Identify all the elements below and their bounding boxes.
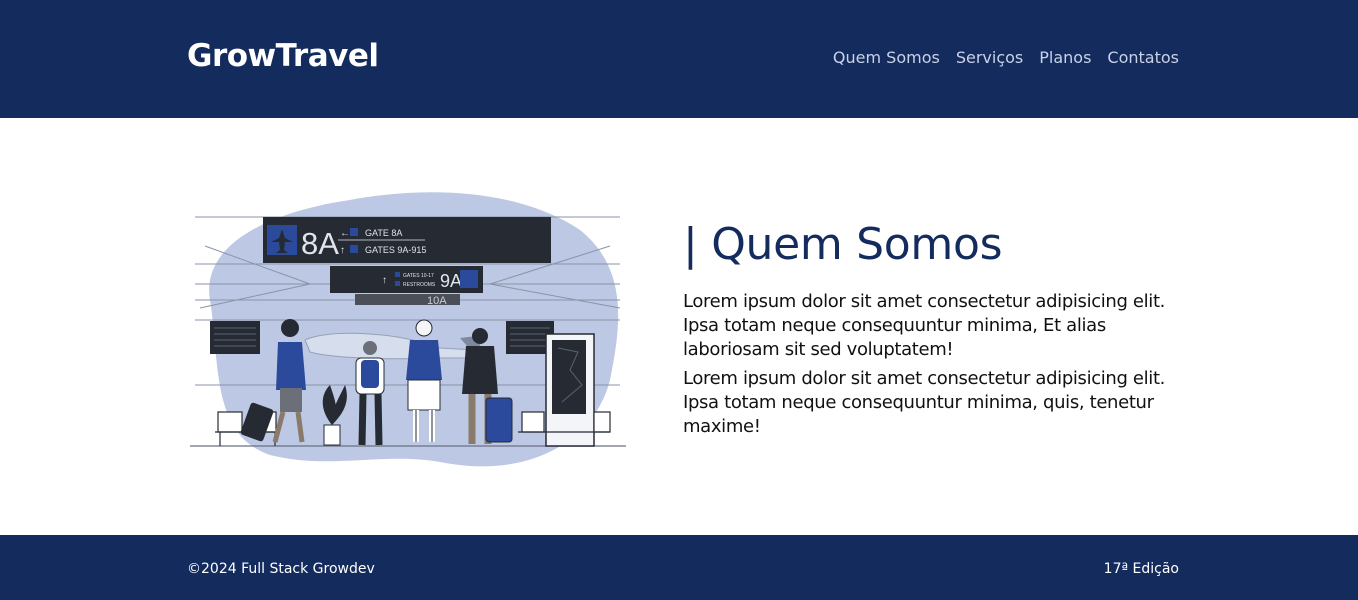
airport-illustration: 8A ← GATE 8A ↑ GATES 9A-915 ↑ GATES 10-1… (190, 180, 630, 472)
footer-copyright: ©2024 Full Stack Growdev (187, 561, 375, 577)
about-paragraph-2: Lorem ipsum dolor sit amet consectetur a… (683, 368, 1166, 437)
departure-screen-left (210, 321, 260, 354)
svg-text:GATES 10-17: GATES 10-17 (403, 273, 434, 279)
svg-text:GATE 8A: GATE 8A (365, 228, 402, 238)
footer-edition: 17ª Edição (1103, 561, 1179, 577)
site-logo[interactable]: GrowTravel (187, 38, 379, 74)
nav-link-servicos[interactable]: Serviços (956, 48, 1023, 67)
svg-text:9A: 9A (440, 271, 462, 291)
airport-illustration-svg: 8A ← GATE 8A ↑ GATES 9A-915 ↑ GATES 10-1… (190, 192, 626, 467)
nav-link-planos[interactable]: Planos (1039, 48, 1091, 67)
site-footer: ©2024 Full Stack Growdev 17ª Edição (0, 535, 1358, 600)
info-kiosk (545, 333, 595, 447)
main-nav: Quem Somos Serviços Planos Contatos (833, 48, 1179, 67)
about-section: | Quem Somos Lorem ipsum dolor sit amet … (683, 218, 1183, 444)
nav-link-quem-somos[interactable]: Quem Somos (833, 48, 940, 67)
svg-text:↑: ↑ (382, 275, 387, 286)
svg-text:↑: ↑ (340, 245, 345, 256)
svg-text:←: ← (340, 228, 350, 239)
svg-text:8A: 8A (301, 226, 339, 261)
about-paragraph-1: Lorem ipsum dolor sit amet consectetur a… (683, 291, 1166, 360)
gate-sign-8a: 8A ← GATE 8A ↑ GATES 9A-915 (263, 217, 551, 263)
svg-text:10A: 10A (427, 295, 447, 307)
svg-text:GATES 9A-915: GATES 9A-915 (365, 245, 426, 255)
svg-text:RESTROOMS: RESTROOMS (403, 282, 436, 288)
about-title: | Quem Somos (683, 219, 1003, 270)
gate-sign-9a: ↑ GATES 10-17 RESTROOMS 9A (330, 266, 483, 293)
nav-link-contatos[interactable]: Contatos (1107, 48, 1179, 67)
site-header: GrowTravel Quem Somos Serviços Planos Co… (0, 0, 1358, 118)
